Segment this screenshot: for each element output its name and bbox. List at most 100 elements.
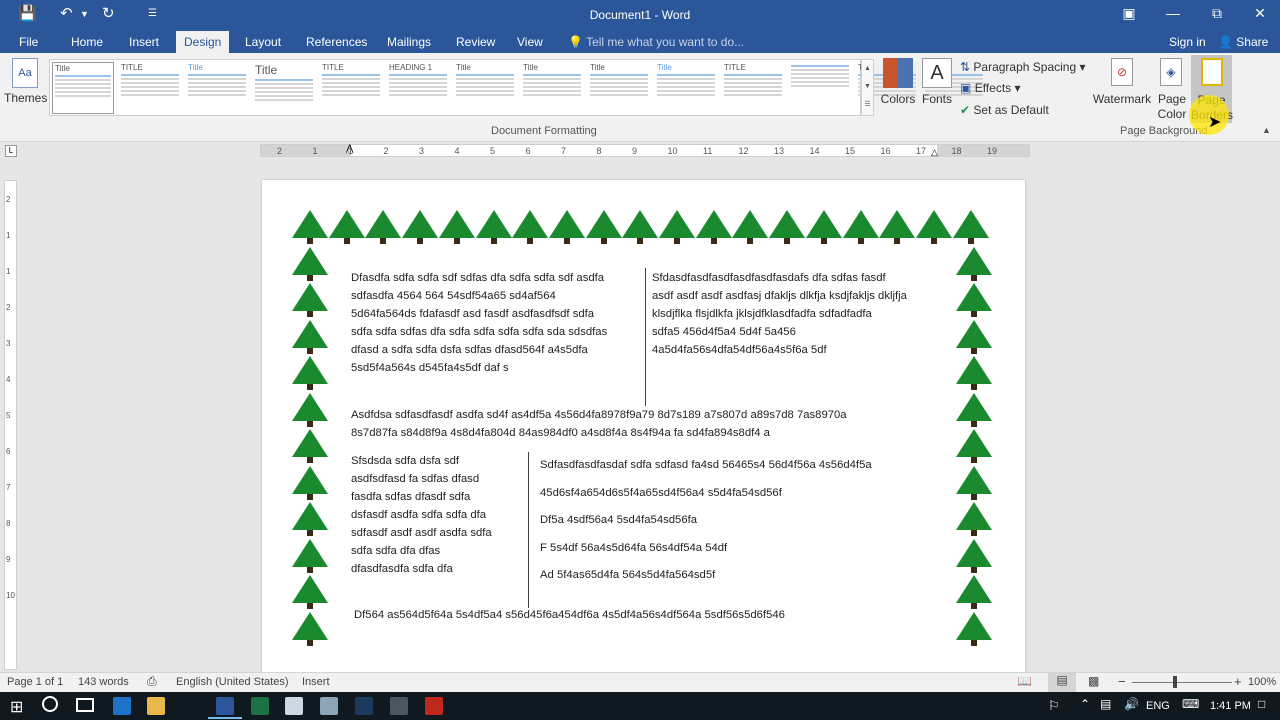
document-page[interactable]: Dfasdfa sdfa sdfa sdf sdfas dfa sdfa sdf…	[262, 180, 1025, 672]
people-icon[interactable]: ⚐	[1048, 698, 1060, 714]
set-as-default-button[interactable]: ✔ Set as Default	[960, 103, 1049, 117]
colors-button[interactable]: Colors	[880, 58, 916, 106]
zoom-out-icon[interactable]: −	[1118, 674, 1126, 689]
document-formatting-gallery[interactable]: Title TITLE Title Title TITLE HEADING 1 Title T…	[49, 59, 983, 116]
tab-home[interactable]: Home	[71, 35, 103, 49]
style-set-thumbnail[interactable]	[789, 62, 851, 114]
tree-border-icon	[365, 210, 402, 244]
themes-button[interactable]: Aa Themes	[4, 58, 47, 105]
tab-mailings[interactable]: Mailings	[387, 35, 431, 49]
style-set-thumbnail[interactable]: TITLE	[722, 62, 784, 114]
style-set-thumbnail[interactable]: Title	[253, 62, 315, 114]
col-left-2-line: sdfasdf asdf asdf asdfa sdfa	[351, 527, 492, 539]
style-set-thumbnail[interactable]: TITLE	[119, 62, 181, 114]
ruler-number: 1	[348, 146, 354, 156]
fonts-button[interactable]: A Fonts	[920, 58, 954, 106]
volume-icon[interactable]: 🔊	[1124, 697, 1139, 711]
preview-line	[121, 78, 179, 80]
paragraph-spacing-button[interactable]: ⇅ Paragraph Spacing ▾	[960, 60, 1086, 74]
share-button[interactable]: 👤 Share	[1218, 35, 1268, 49]
style-set-thumbnail[interactable]: HEADING 1	[387, 62, 449, 114]
task-view-icon[interactable]	[76, 698, 94, 712]
tab-file[interactable]: File	[19, 35, 38, 49]
style-set-title: Title	[255, 63, 278, 77]
language[interactable]: English (United States)	[176, 676, 289, 688]
vruler-number: 7	[6, 483, 11, 492]
edge-icon[interactable]	[113, 697, 131, 715]
ribbon-display-options-icon[interactable]: ▣	[1114, 5, 1144, 22]
tab-selector-icon[interactable]: L	[5, 145, 17, 157]
collapse-ribbon-icon[interactable]: ▲	[1262, 125, 1271, 135]
style-set-thumbnail[interactable]: Title	[52, 62, 114, 114]
start-icon[interactable]: ⊞	[10, 697, 23, 717]
style-set-thumbnail[interactable]: Title	[521, 62, 583, 114]
preview-line	[322, 82, 380, 84]
tell-me-search[interactable]: 💡 Tell me what you want to do...	[568, 35, 744, 49]
proofing-icon[interactable]: ⎙	[147, 674, 157, 689]
calculator-icon[interactable]	[390, 697, 408, 715]
tree-border-icon	[956, 538, 992, 573]
tray-chevron-icon[interactable]: ⌃	[1080, 697, 1090, 711]
app-icon[interactable]	[320, 697, 338, 715]
page-count[interactable]: Page 1 of 1	[7, 676, 63, 688]
tab-insert[interactable]: Insert	[129, 35, 159, 49]
right-indent-marker-icon[interactable]: △	[931, 147, 938, 158]
ruler-number: 18	[951, 146, 962, 156]
ruler-number: 19	[987, 146, 998, 156]
style-set-thumbnail[interactable]: Title	[454, 62, 516, 114]
print-layout-icon[interactable]: ▤	[1048, 673, 1076, 692]
minimize-button[interactable]: —	[1158, 5, 1188, 21]
watermark-button[interactable]: ⊘ Watermark	[1092, 58, 1152, 106]
tab-view[interactable]: View	[517, 35, 543, 49]
tab-design[interactable]: Design	[176, 31, 230, 53]
ruler-number: 5	[490, 146, 496, 156]
insert-mode[interactable]: Insert	[302, 676, 330, 688]
effects-button[interactable]: ▣ Effects ▾	[960, 81, 1021, 95]
mail-icon[interactable]	[285, 697, 303, 715]
preview-line	[188, 74, 246, 76]
excel-icon[interactable]	[251, 697, 269, 715]
ruler-number: 16	[880, 146, 891, 156]
style-set-thumbnail[interactable]: Title	[655, 62, 717, 114]
vruler-number: 10	[6, 591, 15, 600]
col-left-1-line: sdfa sdfa sdfas dfa sdfa sdfa sdfa sdfa …	[351, 326, 608, 338]
window-title: Document1 - Word	[589, 8, 691, 22]
zoom-in-icon[interactable]: +	[1234, 674, 1242, 689]
tab-layout[interactable]: Layout	[245, 35, 281, 49]
ruler-number: 15	[845, 146, 856, 156]
acrobat-icon[interactable]	[425, 697, 443, 715]
col-left-1-line: 5d64fa564ds fdafasdf asd fasdf asdfasdfs…	[351, 308, 595, 320]
style-set-thumbnail[interactable]: Title	[186, 62, 248, 114]
file-explorer-icon[interactable]	[147, 697, 165, 715]
search-icon[interactable]	[42, 696, 58, 712]
restore-button[interactable]: ⧉	[1202, 5, 1232, 22]
tree-border-icon	[732, 210, 769, 244]
preview-line	[724, 94, 782, 96]
clock[interactable]: 1:41 PM	[1210, 700, 1251, 712]
zoom-level[interactable]: 100%	[1248, 676, 1276, 688]
page-color-button[interactable]: ◈ Page Color	[1152, 58, 1190, 122]
word-taskbar-icon[interactable]	[216, 697, 234, 715]
zoom-thumb[interactable]	[1173, 676, 1177, 688]
read-mode-icon[interactable]: 📖	[1017, 674, 1032, 688]
tab-references[interactable]: References	[306, 35, 367, 49]
horizontal-ruler[interactable]: ⋀ △ 2 1 1 2 3 4 5 6 7 8 9 10 11 12 13 14 15 16 17 18 19	[260, 143, 1030, 158]
input-language[interactable]: ENG	[1146, 700, 1170, 712]
vertical-ruler[interactable]: 2 1 1 2 3 4 5 6 7 8 9 10	[4, 180, 17, 670]
zoom-slider[interactable]	[1132, 682, 1232, 683]
photoshop-icon[interactable]	[355, 697, 373, 715]
close-button[interactable]: ✕	[1245, 5, 1275, 22]
gallery-scroll[interactable]: ▲ ▼ ☰	[861, 59, 874, 116]
col-right-2-line: Ad 5f4as65d4fa 564s5d4fa564sd5f	[540, 569, 716, 581]
keyboard-icon[interactable]: ⌨	[1182, 697, 1199, 711]
network-icon[interactable]: ▤	[1100, 697, 1111, 711]
tab-review[interactable]: Review	[456, 35, 495, 49]
word-count[interactable]: 143 words	[78, 676, 129, 688]
style-set-thumbnail[interactable]: TITLE	[320, 62, 382, 114]
sign-in-link[interactable]: Sign in	[1169, 35, 1206, 49]
notifications-icon[interactable]: □	[1258, 697, 1265, 711]
preview-line	[255, 83, 313, 85]
style-set-thumbnail[interactable]: Title	[588, 62, 650, 114]
vertical-scrollbar[interactable]	[1265, 161, 1280, 672]
web-layout-icon[interactable]: ▩	[1088, 674, 1099, 688]
